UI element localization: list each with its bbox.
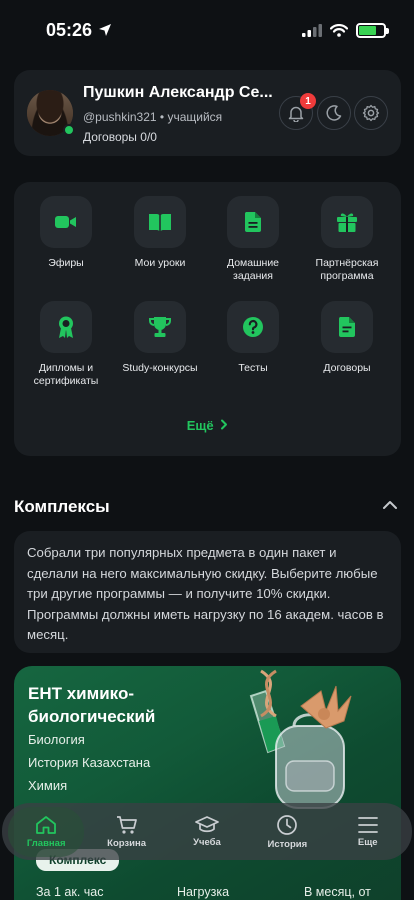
theme-toggle-button[interactable] bbox=[317, 96, 351, 130]
menu-label: Мои уроки bbox=[134, 257, 186, 269]
menu-item-my-lessons[interactable]: Мои уроки bbox=[114, 196, 206, 270]
wifi-icon bbox=[330, 23, 348, 37]
bundle-subject: Химия bbox=[28, 778, 68, 793]
online-status-dot bbox=[63, 124, 75, 136]
settings-button[interactable] bbox=[354, 96, 388, 130]
status-bar: 05:26 bbox=[0, 0, 414, 60]
menu-item-diplomas[interactable]: Дипломы и сертификаты bbox=[20, 301, 112, 388]
menu-label: Домашние задания bbox=[226, 257, 280, 282]
menu-label: Study-конкурсы bbox=[122, 362, 198, 374]
gift-icon bbox=[337, 213, 357, 232]
profile-contracts: Договоры 0/0 bbox=[83, 130, 157, 144]
menu-item-contracts[interactable]: Договоры bbox=[301, 301, 393, 375]
status-icons bbox=[302, 22, 389, 38]
profile-subtitle: @pushkin321 • учащийся bbox=[83, 110, 222, 124]
menu-label: Договоры bbox=[323, 362, 371, 374]
bottom-tab-bar: Главная Корзина Учеба История Еще bbox=[2, 803, 412, 860]
profile-role: учащийся bbox=[167, 110, 223, 124]
profile-username: @pushkin321 bbox=[83, 110, 157, 124]
section-title-complexes: Комплексы bbox=[14, 497, 110, 516]
tab-label: Еще bbox=[357, 836, 378, 848]
tab-cart[interactable]: Корзина bbox=[89, 807, 165, 857]
question-icon bbox=[243, 317, 263, 337]
home-icon bbox=[36, 815, 57, 834]
menu-item-study-contests[interactable]: Study-конкурсы bbox=[114, 301, 206, 375]
clock-text: 05:26 bbox=[46, 19, 93, 40]
tab-label: Главная bbox=[26, 837, 66, 849]
moon-icon bbox=[326, 105, 342, 121]
menu-label: Тесты bbox=[238, 362, 268, 374]
notification-badge: 1 bbox=[300, 93, 316, 109]
complexes-description: Собрали три популярных предмета в один п… bbox=[27, 545, 384, 642]
price-per-hour-label: За 1 ак. час bbox=[36, 885, 104, 899]
chevron-up-icon[interactable] bbox=[382, 500, 398, 510]
status-time: 05:26 bbox=[46, 20, 112, 41]
menu-label: Эфиры bbox=[48, 257, 84, 269]
gear-icon bbox=[362, 104, 380, 122]
graduation-cap-icon bbox=[195, 815, 219, 832]
bundle-illustration bbox=[249, 669, 352, 809]
bell-icon bbox=[288, 106, 304, 122]
bundle-subject: Биология bbox=[28, 732, 85, 747]
clock-icon bbox=[277, 814, 298, 835]
menu-label: Партнёрская программа bbox=[315, 257, 379, 282]
profile-name: Пушкин Александр Се... bbox=[83, 84, 273, 101]
book-icon bbox=[149, 214, 171, 231]
menu-label: Дипломы и сертификаты bbox=[33, 362, 99, 387]
menu-item-tests[interactable]: Тесты bbox=[207, 301, 299, 375]
battery-icon bbox=[356, 22, 389, 38]
notifications-button[interactable]: 1 bbox=[279, 93, 316, 130]
more-link[interactable]: Ещё bbox=[14, 418, 401, 433]
location-arrow-icon bbox=[99, 24, 112, 36]
tab-history[interactable]: История bbox=[249, 807, 325, 857]
bundle-card[interactable]: ЕНТ химико-биологический Биология Истори… bbox=[14, 666, 401, 900]
cart-icon bbox=[116, 815, 137, 834]
cellular-signal-icon bbox=[302, 23, 322, 37]
load-label: Нагрузка bbox=[177, 885, 230, 899]
menu-icon bbox=[357, 816, 378, 833]
tab-more[interactable]: Еще bbox=[330, 807, 406, 857]
trophy-icon bbox=[149, 317, 171, 337]
separator-dot: • bbox=[159, 110, 165, 124]
tab-label: Учеба bbox=[193, 836, 221, 848]
bundle-subject: История Казахстана bbox=[28, 755, 151, 770]
avatar[interactable] bbox=[27, 90, 75, 136]
tab-label: История bbox=[267, 838, 308, 850]
video-camera-icon bbox=[55, 216, 76, 228]
chevron-right-icon bbox=[221, 419, 228, 430]
award-icon bbox=[59, 316, 73, 338]
menu-item-broadcasts[interactable]: Эфиры bbox=[20, 196, 112, 270]
bundle-title: ЕНТ химико-биологический bbox=[28, 684, 156, 726]
complexes-info-card: Собрали три популярных предмета в один п… bbox=[14, 531, 401, 653]
tab-label: Корзина bbox=[107, 837, 147, 849]
menu-item-homework[interactable]: Домашние задания bbox=[207, 196, 299, 283]
monthly-price-label: В месяц, от bbox=[304, 885, 371, 899]
contract-icon bbox=[338, 317, 355, 337]
profile-card[interactable]: Пушкин Александр Се... @pushkin321 • уча… bbox=[14, 70, 401, 156]
menu-item-partner-program[interactable]: Партнёрская программа bbox=[301, 196, 393, 283]
tab-study[interactable]: Учеба bbox=[169, 807, 245, 857]
tab-home[interactable]: Главная bbox=[8, 806, 85, 857]
quick-menu-card: Эфиры Мои уроки Домашние задания Партнёр… bbox=[14, 182, 401, 456]
document-icon bbox=[244, 212, 261, 232]
